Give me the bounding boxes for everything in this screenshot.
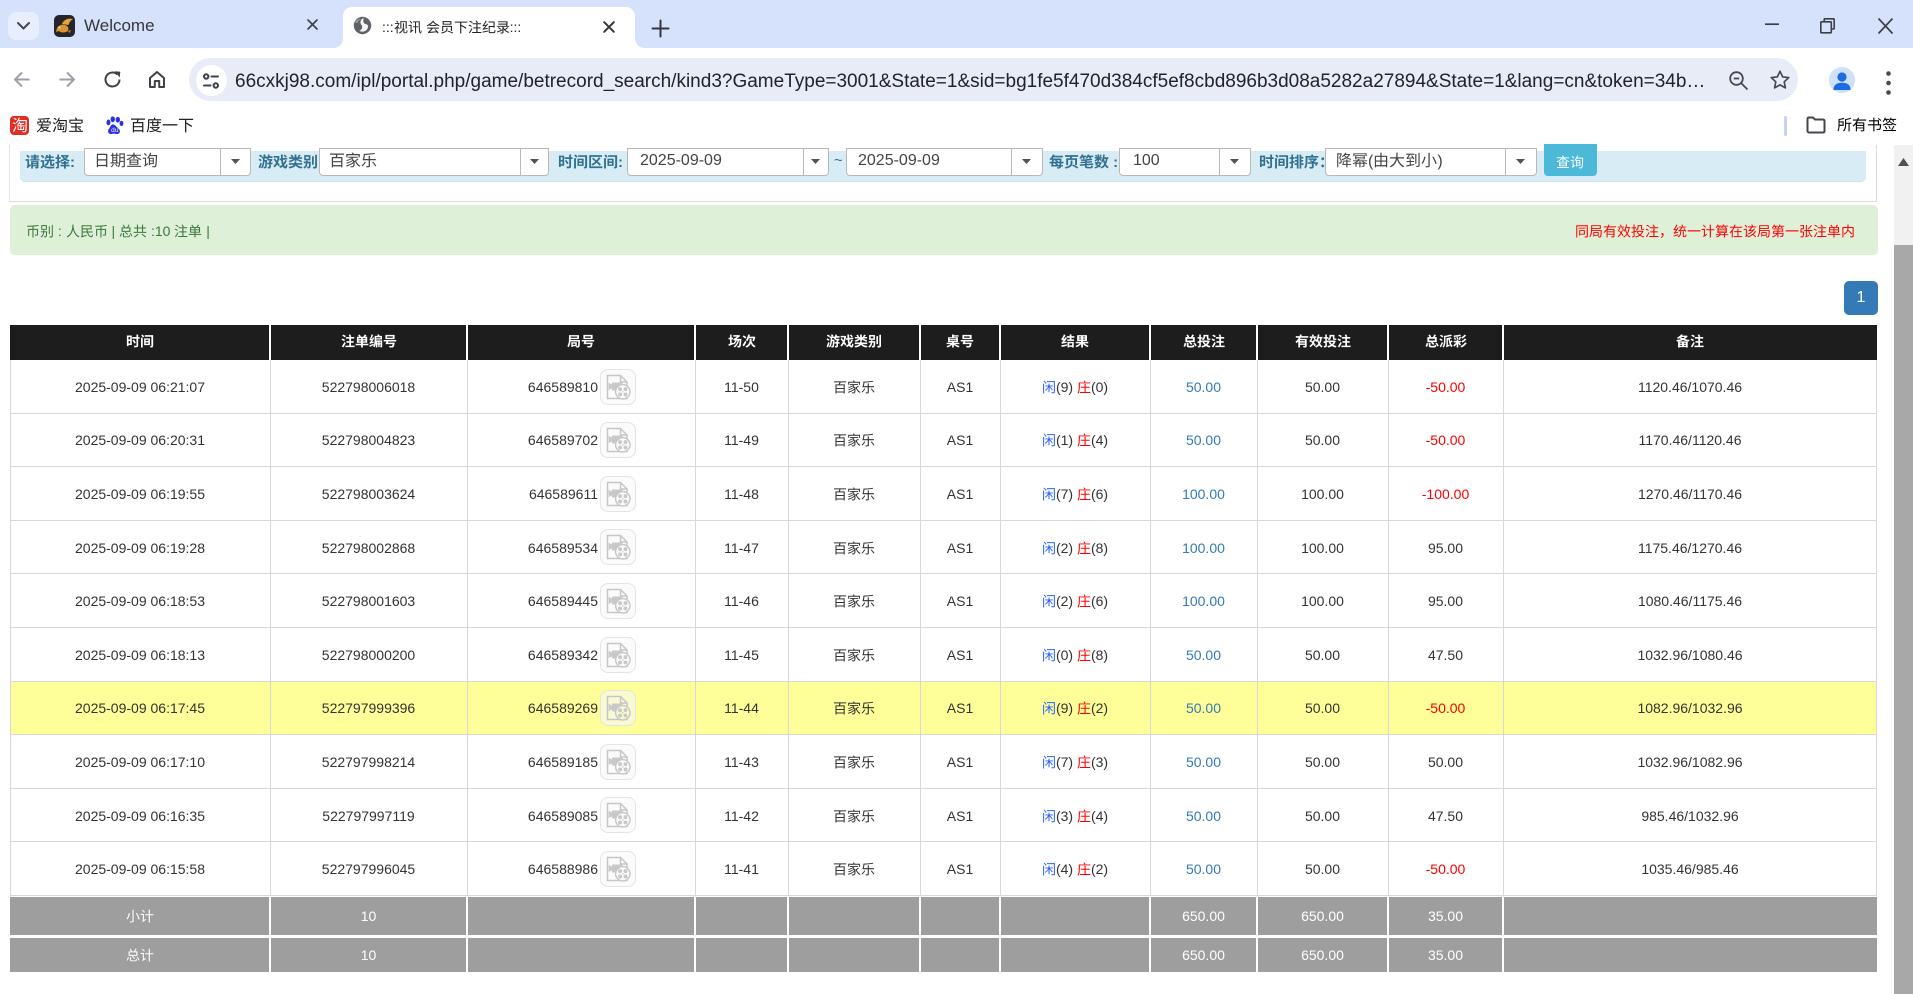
svg-text:du: du (111, 127, 119, 134)
